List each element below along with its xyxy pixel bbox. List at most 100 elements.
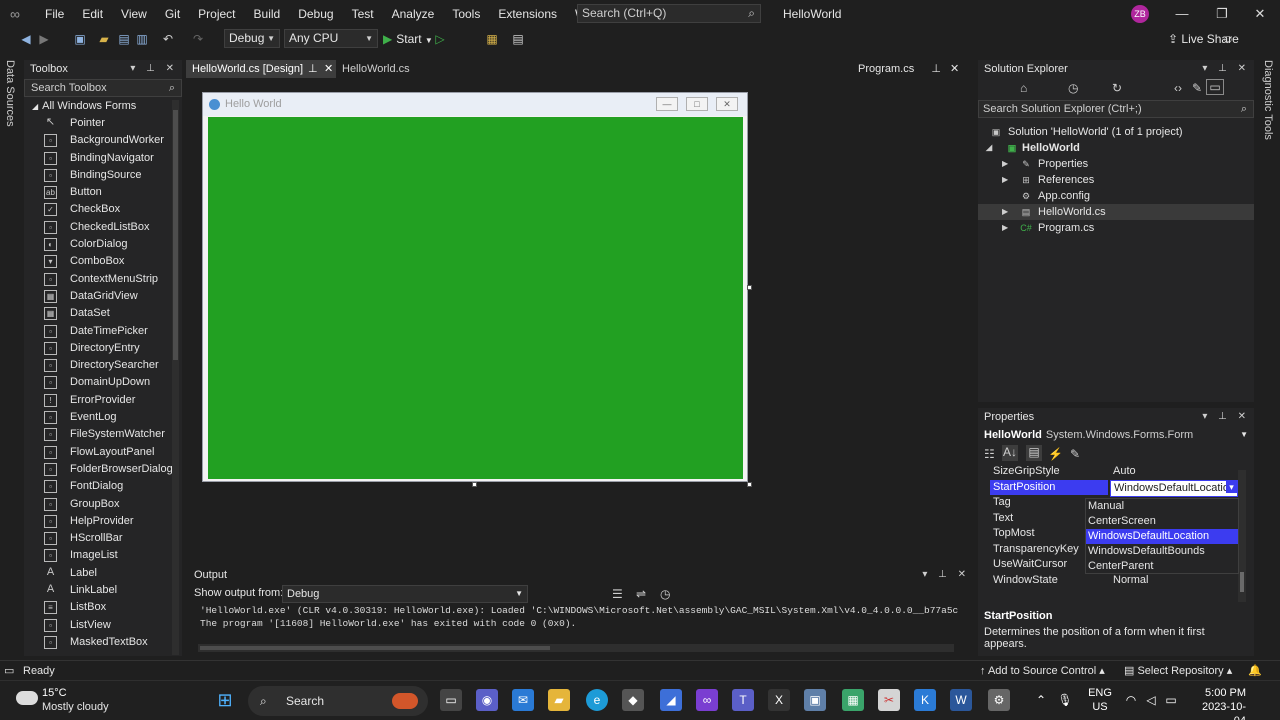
volume-icon[interactable]: ◁	[1140, 689, 1162, 711]
toolbox-item-dataset[interactable]: ▦ DataSet	[24, 305, 182, 322]
mail-icon[interactable]: ✉	[512, 689, 534, 711]
toolbox-item-linklabel[interactable]: A LinkLabel	[24, 582, 182, 599]
scroll-thumb[interactable]	[173, 110, 178, 360]
properties-scrollbar[interactable]	[1238, 470, 1246, 602]
tree-node-program-cs[interactable]: ▶ C# Program.cs	[978, 220, 1254, 236]
toolbox-item-filesystemwatcher[interactable]: ▫ FileSystemWatcher	[24, 426, 182, 443]
diagnostic-tools-tab[interactable]: Diagnostic Tools	[1262, 60, 1274, 140]
resize-handle-corner[interactable]	[747, 482, 752, 487]
settings-icon[interactable]: ⚙	[988, 689, 1010, 711]
toolbox-item-imagelist[interactable]: ▫ ImageList	[24, 547, 182, 564]
tab-helloworld-design[interactable]: HelloWorld.cs [Design] ⊥ ✕	[186, 60, 336, 78]
output-source-select[interactable]: Debug ▼	[282, 585, 528, 603]
events-icon[interactable]: ⚡	[1048, 447, 1063, 461]
forward-icon[interactable]: ▶	[36, 31, 52, 47]
select-repository-button[interactable]: ▤ Select Repository ▴	[1124, 661, 1232, 681]
back-icon[interactable]: ◀	[18, 31, 34, 47]
form-preview-window[interactable]: Hello World — □ ✕	[202, 92, 748, 482]
property-pages-icon[interactable]: ✎	[1070, 447, 1080, 461]
global-search-input[interactable]: Search (Ctrl+Q) ⌕	[577, 4, 761, 23]
toolbox-item-fontdialog[interactable]: ▫ FontDialog	[24, 478, 182, 495]
app-icon[interactable]: K	[914, 689, 936, 711]
save-icon[interactable]: ▤	[116, 31, 132, 47]
resize-handle-right[interactable]	[747, 285, 752, 290]
scroll-thumb[interactable]	[1240, 572, 1244, 592]
visual-studio-icon[interactable]: ∞	[696, 689, 718, 711]
toolbox-item-datetimepicker[interactable]: ▫ DateTimePicker	[24, 323, 182, 340]
notifications-icon[interactable]: 🔔	[1248, 661, 1262, 681]
show-hidden-icons-icon[interactable]: ⌃	[1030, 689, 1052, 711]
menu-git[interactable]: Git	[156, 0, 189, 28]
close-icon[interactable]: ✕	[324, 60, 333, 78]
toolbox-item-pointer[interactable]: ↖ Pointer	[24, 115, 182, 132]
tab-program-cs[interactable]: Program.cs ⊥ ✕ ⚙	[852, 60, 976, 93]
dropdown-option[interactable]: WindowsDefaultBounds	[1086, 544, 1238, 559]
scroll-thumb[interactable]	[200, 646, 550, 650]
form-designer-surface[interactable]: Hello World — □ ✕	[188, 80, 974, 560]
calculator-icon[interactable]: ▦	[842, 689, 864, 711]
dropdown-option[interactable]: CenterScreen	[1086, 514, 1238, 529]
wifi-icon[interactable]: ◠	[1120, 689, 1142, 711]
menu-project[interactable]: Project	[189, 0, 244, 28]
object-selector[interactable]: HelloWorld System.Windows.Forms.Form ▼	[978, 426, 1254, 444]
toolbox-item-eventlog[interactable]: ▫ EventLog	[24, 409, 182, 426]
avatar[interactable]: ZB	[1131, 5, 1149, 23]
add-to-source-control-button[interactable]: ↑ Add to Source Control ▴	[980, 661, 1105, 681]
property-value[interactable]: Auto	[1110, 464, 1238, 480]
open-folder-icon[interactable]: ▰	[96, 31, 112, 47]
windows-start-icon[interactable]: ⊞	[214, 689, 236, 711]
start-position-dropdown-list[interactable]: Manual CenterScreen WindowsDefaultLocation…	[1085, 498, 1239, 574]
tree-node-project[interactable]: ◢ ▣ HelloWorld	[978, 140, 1254, 156]
toolbox-scrollbar[interactable]	[172, 100, 179, 655]
toolbox-item-directoryentry[interactable]: ▫ DirectoryEntry	[24, 340, 182, 357]
clock-icon[interactable]: ◷	[660, 587, 670, 601]
teams-chat-icon[interactable]: ◉	[476, 689, 498, 711]
close-icon[interactable]: ✕	[1240, 0, 1280, 28]
task-view-icon[interactable]: ▭	[440, 689, 462, 711]
menu-tools[interactable]: Tools	[443, 0, 489, 28]
platform-select[interactable]: Any CPU ▼	[284, 29, 378, 48]
expand-icon[interactable]: ▶	[1002, 220, 1008, 236]
toolbox-search-input[interactable]: Search Toolbox ⌕	[24, 79, 182, 97]
expand-icon[interactable]: ▶	[1002, 204, 1008, 220]
close-icon[interactable]: ✕	[950, 63, 959, 75]
input-language[interactable]: ENG US	[1088, 686, 1112, 714]
toolbox-item-domainupdown[interactable]: ▫ DomainUpDown	[24, 374, 182, 391]
toolbox-item-combobox[interactable]: ▾ ComboBox	[24, 253, 182, 270]
system-clock[interactable]: 5:00 PM 2023-10-04	[1200, 686, 1246, 720]
menu-build[interactable]: Build	[245, 0, 290, 28]
configuration-select[interactable]: Debug ▼	[224, 29, 280, 48]
tree-node-app-config[interactable]: ⚙ App.config	[978, 188, 1254, 204]
toolbox-item-groupbox[interactable]: ▫ GroupBox	[24, 496, 182, 513]
battery-icon[interactable]: ▭	[1160, 689, 1182, 711]
toolbox-item-flowlayoutpanel[interactable]: ▫ FlowLayoutPanel	[24, 444, 182, 461]
pane-buttons[interactable]: ▾ ⊥ ✕	[922, 566, 970, 584]
toolbox-item-bindingnavigator[interactable]: ▫ BindingNavigator	[24, 150, 182, 167]
expand-icon[interactable]: ▶	[1002, 156, 1008, 172]
pane-buttons[interactable]: ▾ ⊥ ✕	[130, 60, 178, 78]
toolbox-item-folderbrowserdialog[interactable]: ▫ FolderBrowserDialog	[24, 461, 182, 478]
taskbar-search[interactable]: ⌕ Search	[248, 686, 428, 716]
visual-studio-logo-icon[interactable]: ∞	[10, 6, 26, 22]
toolbox-item-maskedtextbox[interactable]: ▫ MaskedTextBox	[24, 634, 182, 651]
menu-file[interactable]: File	[36, 0, 73, 28]
solution-search-input[interactable]: Search Solution Explorer (Ctrl+;) ⌕	[978, 100, 1254, 118]
tab-helloworld-cs[interactable]: HelloWorld.cs	[336, 60, 416, 78]
expand-icon[interactable]: ▶	[1002, 172, 1008, 188]
toolbox-icon[interactable]: ▦	[484, 31, 500, 47]
history-icon[interactable]: ◷	[1068, 81, 1078, 95]
menu-view[interactable]: View	[112, 0, 156, 28]
xaml-tool-icon[interactable]: X	[768, 689, 790, 711]
layout-icon[interactable]: ▤	[510, 31, 526, 47]
tree-node-solution[interactable]: ▣ Solution 'HelloWorld' (1 of 1 project)	[978, 124, 1254, 140]
start-button[interactable]: ▶ Start ▼	[383, 31, 433, 49]
start-without-debugging-icon[interactable]: ▷	[432, 31, 448, 47]
toolbox-item-directorysearcher[interactable]: ▫ DirectorySearcher	[24, 357, 182, 374]
microphone-icon[interactable]: 🎙	[1054, 689, 1076, 711]
feedback-icon[interactable]: ☺	[1220, 31, 1236, 47]
word-icon[interactable]: W	[950, 689, 972, 711]
toolbox-item-contextmenustrip[interactable]: ▫ ContextMenuStrip	[24, 271, 182, 288]
toolbox-item-listview[interactable]: ▫ ListView	[24, 617, 182, 634]
file-explorer-icon[interactable]: ▰	[548, 689, 570, 711]
app-icon[interactable]: ◆	[622, 689, 644, 711]
